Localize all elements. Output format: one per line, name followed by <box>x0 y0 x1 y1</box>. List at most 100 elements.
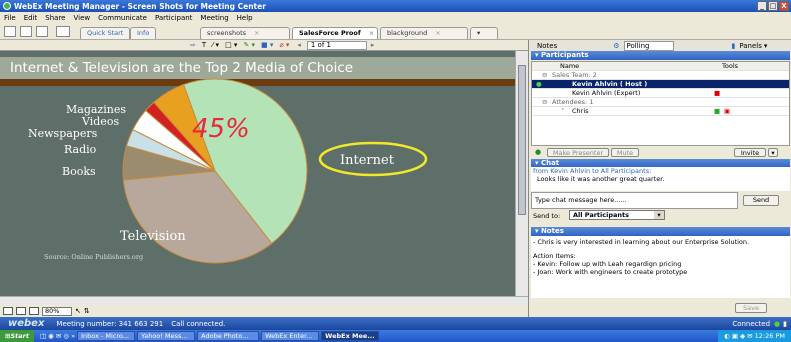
mute-button[interactable]: Mute <box>611 148 639 157</box>
menu-help[interactable]: Help <box>237 14 253 22</box>
chevron-down-icon: ▾ <box>654 211 664 219</box>
menu-participant[interactable]: Participant <box>155 14 192 22</box>
chat-title: Chat <box>540 159 560 167</box>
menu-view[interactable]: View <box>73 14 90 22</box>
task-webex-meeting[interactable]: WebEx Mee... <box>321 331 380 341</box>
tab-info[interactable]: Info <box>130 27 157 39</box>
group-row[interactable]: ⊖ Attendees: 1 <box>532 98 789 107</box>
tab-label: Info <box>137 29 150 37</box>
task-yahoo[interactable]: Yahoo! Mess... <box>137 331 196 341</box>
send-button[interactable]: Send <box>743 195 779 206</box>
sync-icon[interactable]: ⇅ <box>84 307 90 315</box>
right-panel: Notes ⚙ Polling ▮ Panels ▾ ▾ Participant… <box>528 40 791 317</box>
note-line: - Joan: Work with engineers to create pr… <box>533 268 688 276</box>
label-books: Books <box>62 165 96 178</box>
close-tab-icon[interactable]: × <box>435 29 440 37</box>
tab-label: Quick Start <box>87 29 124 37</box>
close-tab-icon[interactable]: × <box>254 29 259 37</box>
column-name[interactable]: Name <box>560 62 579 71</box>
pie-chart: Magazines Videos Newspapers Radio Books … <box>28 78 428 264</box>
color-icon[interactable]: ■ ▾ <box>261 41 273 49</box>
menu-bar: File Edit Share View Communicate Partici… <box>0 12 791 23</box>
invite-button[interactable]: Invite <box>734 148 766 157</box>
participants-title: Participants <box>540 51 589 59</box>
polling-tab[interactable]: Polling <box>623 40 674 51</box>
zoom-select[interactable]: 80% <box>42 306 72 316</box>
participant-row-chris[interactable]: ʾ Chris ■ ▣ <box>532 107 789 116</box>
column-tools[interactable]: Tools <box>722 62 738 71</box>
close-tab-icon[interactable]: × <box>369 29 374 37</box>
tab-label: blackground <box>387 29 428 37</box>
system-tray: ◐ ▣ ◆ ✉ 12:26 PM <box>718 330 791 342</box>
tab-quick-start[interactable]: Quick Start <box>80 27 131 39</box>
participant-row-host[interactable]: ● Kevin Ahlvin ( Host ) <box>532 80 789 89</box>
participants-header[interactable]: ▾ Participants <box>531 51 790 60</box>
participant-row-expert[interactable]: Kevin Ahlvin (Expert) ■ <box>532 89 789 98</box>
eraser-icon[interactable]: ⌀ ▾ <box>279 41 289 49</box>
tab-screenshots[interactable]: screenshots × <box>200 27 290 39</box>
webex-status-bar: webex Meeting number: 341 663 291 Call c… <box>0 317 791 330</box>
rotate-icon[interactable]: ↖ <box>75 307 81 315</box>
panels-icon: ▮ <box>731 41 736 50</box>
slide-horizontal-scrollbar[interactable] <box>0 296 528 305</box>
single-view-icon[interactable] <box>16 307 26 315</box>
label-radio: Radio <box>64 143 97 156</box>
send-to-select[interactable]: All Participants ▾ <box>569 210 665 220</box>
menu-meeting[interactable]: Meeting <box>200 14 228 22</box>
chat-sender: from Kevin Ahlvin to All Participants: <box>533 167 652 175</box>
start-button[interactable]: ⊞Start <box>0 330 34 342</box>
chevron-down-icon[interactable]: ▾ <box>764 42 768 50</box>
shape-tool-icon[interactable]: □ ▾ <box>225 41 237 49</box>
new-document-icon[interactable] <box>4 26 16 37</box>
pointer-icon[interactable]: ⇨ <box>190 41 196 49</box>
fullscreen-icon[interactable] <box>36 26 48 37</box>
task-webex-enter[interactable]: WebEx Enter... <box>261 331 320 341</box>
slide-viewer: Internet & Television are the Top 2 Medi… <box>0 51 515 304</box>
tab-list-dropdown[interactable]: ▾ <box>470 27 498 39</box>
task-inbox[interactable]: Inbox - Micro... <box>77 331 136 341</box>
task-photoshop[interactable]: Adobe Photo... <box>197 331 260 341</box>
group-row[interactable]: ⊖ Sales Team: 2 <box>532 71 789 80</box>
participants-columns: Name Tools <box>532 62 789 71</box>
notes-tab[interactable]: Notes <box>537 42 557 50</box>
chat-input[interactable]: Type chat message here...... <box>531 192 738 209</box>
participant-name: Kevin Ahlvin ( Host ) <box>572 80 648 88</box>
meeting-number: Meeting number: 341 663 291 <box>56 319 164 328</box>
menu-edit[interactable]: Edit <box>24 14 38 22</box>
menu-file[interactable]: File <box>4 14 16 22</box>
annotation-toolbar: ⇨ T ⁄ ▾ □ ▾ ✎ ▾ ■ ▾ ⌀ ▾ ◂ 1 of 1 ▸ <box>0 40 528 51</box>
menu-share[interactable]: Share <box>45 14 65 22</box>
slide: Internet & Television are the Top 2 Medi… <box>0 51 515 304</box>
highlighter-icon[interactable]: ✎ ▾ <box>243 41 255 49</box>
person-icon: ʾ <box>562 107 564 115</box>
split-view-icon[interactable] <box>29 307 39 315</box>
group-label: Sales Team: 2 <box>552 71 597 79</box>
close-button[interactable]: X <box>779 1 789 11</box>
edit-icon[interactable] <box>56 26 70 37</box>
text-tool-icon[interactable]: T <box>202 41 206 49</box>
video-icon: ▣ <box>724 107 731 115</box>
page-indicator[interactable]: 1 of 1 <box>306 40 367 50</box>
minimize-button[interactable]: _ <box>757 1 767 11</box>
invite-dropdown[interactable]: ▾ <box>768 148 778 157</box>
notes-header[interactable]: ▾ Notes <box>531 227 790 236</box>
tray-icons[interactable]: ◐ ▣ ◆ ✉ <box>724 332 755 340</box>
save-notes-button[interactable]: Save <box>735 303 767 313</box>
maximize-button[interactable]: □ <box>768 1 778 11</box>
window-title: WebEx Meeting Manager - Screen Shots for… <box>14 1 266 11</box>
next-page-icon[interactable]: ▸ <box>371 41 375 49</box>
make-presenter-button[interactable]: Make Presenter <box>547 148 609 157</box>
layout-icon[interactable] <box>20 26 32 37</box>
scroll-thumb[interactable] <box>518 65 526 215</box>
panels-menu[interactable]: Panels <box>739 42 762 50</box>
main-toolbar: Quick Start Info screenshots × SalesForce… <box>0 23 791 40</box>
quick-launch-icons[interactable]: ◫ ◉ ✉ ◎ » <box>40 332 75 340</box>
tab-salesforce-proof[interactable]: SalesForce Proof × <box>292 27 378 39</box>
thumbnail-view-icon[interactable] <box>3 307 13 315</box>
prev-page-icon[interactable]: ◂ <box>297 41 301 49</box>
tab-blackground[interactable]: blackground × <box>380 27 468 39</box>
menu-communicate[interactable]: Communicate <box>98 14 147 22</box>
slide-vertical-scrollbar[interactable] <box>515 51 528 304</box>
line-tool-icon[interactable]: ⁄ ▾ <box>212 41 219 49</box>
notes-body[interactable]: - Chris is very interested in learning a… <box>531 236 790 298</box>
